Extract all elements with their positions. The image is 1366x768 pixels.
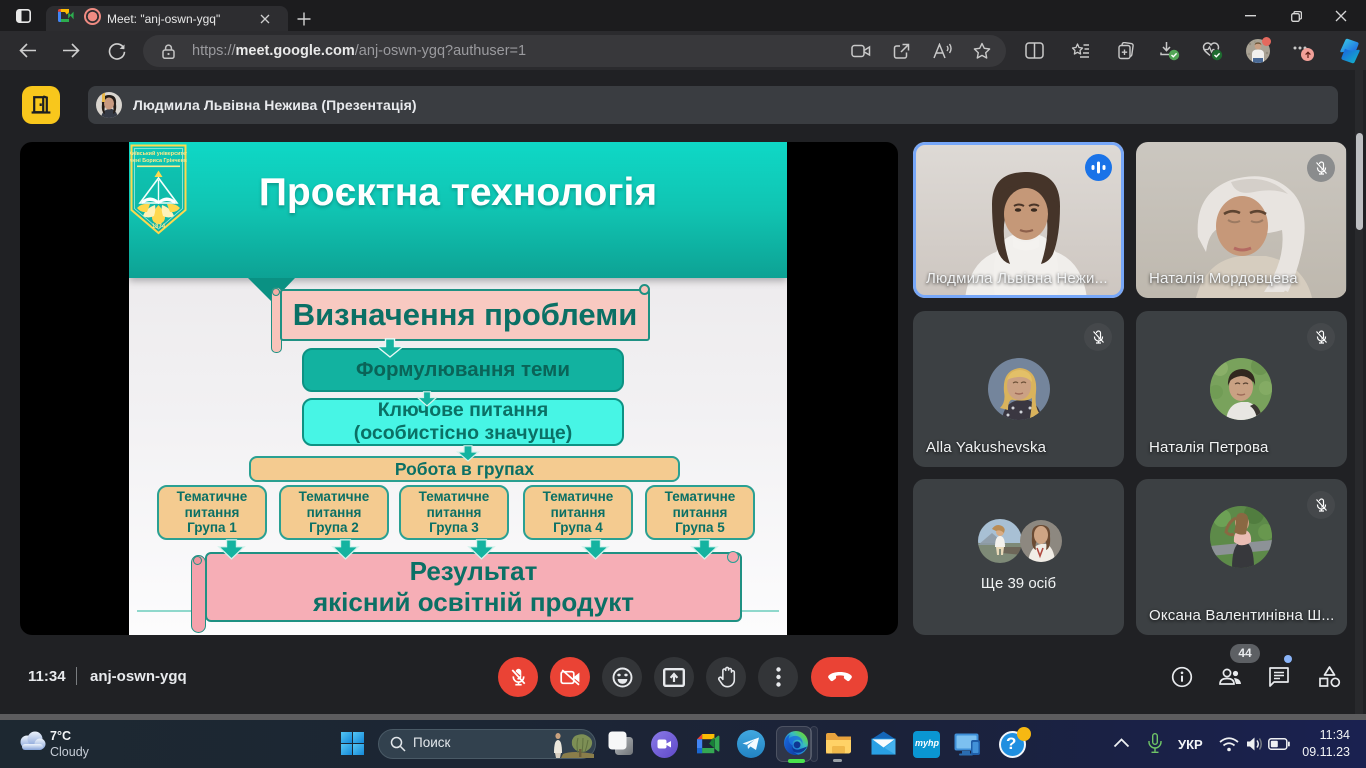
svg-text:1874: 1874 <box>152 224 166 230</box>
svg-text:імені Бориса Грінченка: імені Бориса Грінченка <box>130 158 187 164</box>
svg-text:Київський університет: Київський університет <box>130 150 187 157</box>
